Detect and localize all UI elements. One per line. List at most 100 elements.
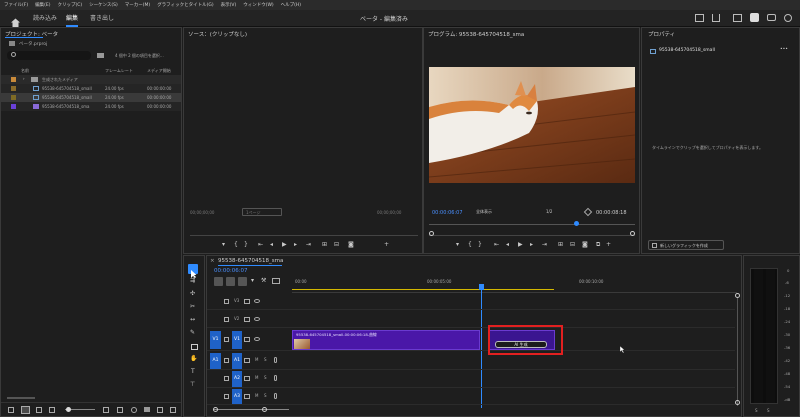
solo-right-button[interactable]: S <box>767 408 770 413</box>
menu-window[interactable]: ウィンドウ(W) <box>243 2 273 8</box>
type-tool-icon[interactable]: T <box>191 368 195 375</box>
sync-lock-icon[interactable] <box>244 317 250 322</box>
mute-icon[interactable]: M <box>255 357 258 362</box>
menu-clip[interactable]: クリップ(C) <box>57 2 82 8</box>
hand-tool-icon[interactable]: ✋ <box>190 355 197 362</box>
lock-icon[interactable] <box>224 358 229 363</box>
vertical-scrollbar[interactable] <box>737 298 738 406</box>
column-media-start[interactable]: メディア開始 <box>147 68 171 74</box>
menu-edit[interactable]: 編集(E) <box>35 2 50 8</box>
sequence-tab[interactable]: 95538-645704518_sma <box>218 258 283 264</box>
list-item[interactable]: 95538-645704518_small 24.00 fps 00:00:00… <box>1 93 181 102</box>
work-area-bar[interactable] <box>292 289 554 290</box>
sync-lock-icon[interactable] <box>244 337 250 342</box>
play-icon[interactable]: ▶ <box>282 241 287 248</box>
out-point-icon[interactable]: } <box>244 241 248 248</box>
out-point-icon[interactable]: } <box>478 241 482 248</box>
compare-icon[interactable]: ⧉ <box>596 241 600 249</box>
timeline-zoom-scrollbar[interactable] <box>214 409 289 410</box>
program-monitor-title[interactable]: プログラム: 95538-645704518_sma <box>428 30 524 38</box>
chevron-right-icon[interactable]: › <box>23 76 25 81</box>
rectangle-tool-icon[interactable] <box>191 344 198 350</box>
wrench-icon[interactable]: ⚒ <box>261 277 266 284</box>
quick-export-icon[interactable] <box>733 14 742 22</box>
slip-tool-icon[interactable]: ↔ <box>190 316 195 323</box>
marker-icon[interactable]: ▾ <box>222 241 225 248</box>
extract-icon[interactable]: ⊟ <box>570 241 575 248</box>
list-view-icon[interactable] <box>21 406 30 414</box>
goto-out-icon[interactable]: ⇥ <box>542 241 547 248</box>
lock-icon[interactable] <box>224 299 229 304</box>
step-back-icon[interactable]: ◂ <box>270 241 273 248</box>
tab-edit[interactable]: 編集 <box>66 10 79 27</box>
in-point-icon[interactable]: { <box>468 241 472 248</box>
list-item[interactable]: 95538-645704518_small 24.00 fps 00:00:00… <box>1 84 181 93</box>
overwrite-icon[interactable]: ⊟ <box>334 241 339 248</box>
track-label-v3[interactable]: V3 <box>234 298 239 303</box>
add-button-icon[interactable]: + <box>606 241 611 248</box>
zoom-handle-left[interactable] <box>213 407 218 412</box>
solo-icon[interactable]: S <box>264 357 267 362</box>
scroll-start-handle[interactable] <box>429 231 434 236</box>
quality-select[interactable]: 1/2 <box>544 208 574 216</box>
source-scrubber[interactable] <box>190 235 418 236</box>
automate-icon[interactable] <box>117 407 123 413</box>
eye-icon[interactable] <box>254 299 260 303</box>
search-icon[interactable] <box>131 407 137 413</box>
column-framerate[interactable]: フレームレート <box>105 68 133 74</box>
lock-icon[interactable] <box>8 407 14 413</box>
snap-icon[interactable] <box>226 277 235 286</box>
more-options-icon[interactable]: ••• <box>780 47 788 52</box>
sort-icon[interactable] <box>103 407 109 413</box>
menu-graphics[interactable]: グラフィックとタイトル(G) <box>157 2 213 8</box>
add-marker-icon[interactable]: ▾ <box>251 277 254 284</box>
goto-out-icon[interactable]: ⇥ <box>306 241 311 248</box>
menu-help[interactable]: ヘルプ(H) <box>281 2 301 8</box>
fullscreen-icon[interactable] <box>784 14 792 22</box>
comments-icon[interactable] <box>767 14 776 21</box>
mute-icon[interactable]: M <box>255 393 258 398</box>
play-icon[interactable]: ▶ <box>518 241 523 248</box>
freeform-view-icon[interactable] <box>49 407 55 413</box>
nest-icon[interactable] <box>214 277 223 286</box>
step-forward-icon[interactable]: ▸ <box>294 241 297 248</box>
track-label-v1[interactable]: V1 <box>232 331 242 349</box>
search-input[interactable] <box>7 51 91 60</box>
track-label-a3[interactable]: A3 <box>232 389 242 404</box>
source-zoom-select[interactable]: 1ページ <box>242 208 282 216</box>
tab-import[interactable]: 読み込み <box>33 10 57 27</box>
progress-icon[interactable] <box>750 13 759 22</box>
lock-icon[interactable] <box>224 376 229 381</box>
menu-view[interactable]: 表示(V) <box>221 2 237 8</box>
microphone-icon[interactable] <box>274 375 277 381</box>
track-label-a2[interactable]: A2 <box>232 371 242 387</box>
horizontal-scrollbar[interactable] <box>7 397 35 399</box>
zoom-slider-handle[interactable] <box>66 407 71 412</box>
menu-marker[interactable]: マーカー(M) <box>125 2 150 8</box>
list-item[interactable]: 95538-645704518_sma 24.00 fps 00:00:00:0… <box>1 102 181 111</box>
microphone-icon[interactable] <box>274 357 277 363</box>
lock-icon[interactable] <box>224 337 229 342</box>
trash-icon[interactable] <box>170 407 176 413</box>
lock-icon[interactable] <box>224 394 229 399</box>
export-frame-icon[interactable]: ◙ <box>348 241 354 248</box>
in-point-icon[interactable]: { <box>234 241 238 248</box>
source-patch-a1[interactable]: A1 <box>210 353 221 369</box>
camera-icon[interactable]: ◙ <box>582 241 588 248</box>
eye-icon[interactable] <box>254 317 260 321</box>
step-back-icon[interactable]: ◂ <box>506 241 509 248</box>
track-label-a1[interactable]: A1 <box>232 353 242 369</box>
eye-icon[interactable] <box>254 337 260 341</box>
close-icon[interactable]: × <box>210 258 215 264</box>
marker-icon[interactable]: ▾ <box>456 241 459 248</box>
step-forward-icon[interactable]: ▸ <box>530 241 533 248</box>
sync-lock-icon[interactable] <box>244 394 250 399</box>
add-button-icon[interactable]: + <box>384 241 389 248</box>
captions-icon[interactable] <box>272 278 280 284</box>
pen-tool-icon[interactable]: ✎ <box>190 329 195 336</box>
solo-icon[interactable]: S <box>264 393 267 398</box>
razor-tool-icon[interactable]: ✂ <box>190 303 195 310</box>
vertical-type-tool-icon[interactable]: ⊤ <box>190 381 195 388</box>
solo-icon[interactable]: S <box>264 375 267 380</box>
microphone-icon[interactable] <box>274 393 277 399</box>
